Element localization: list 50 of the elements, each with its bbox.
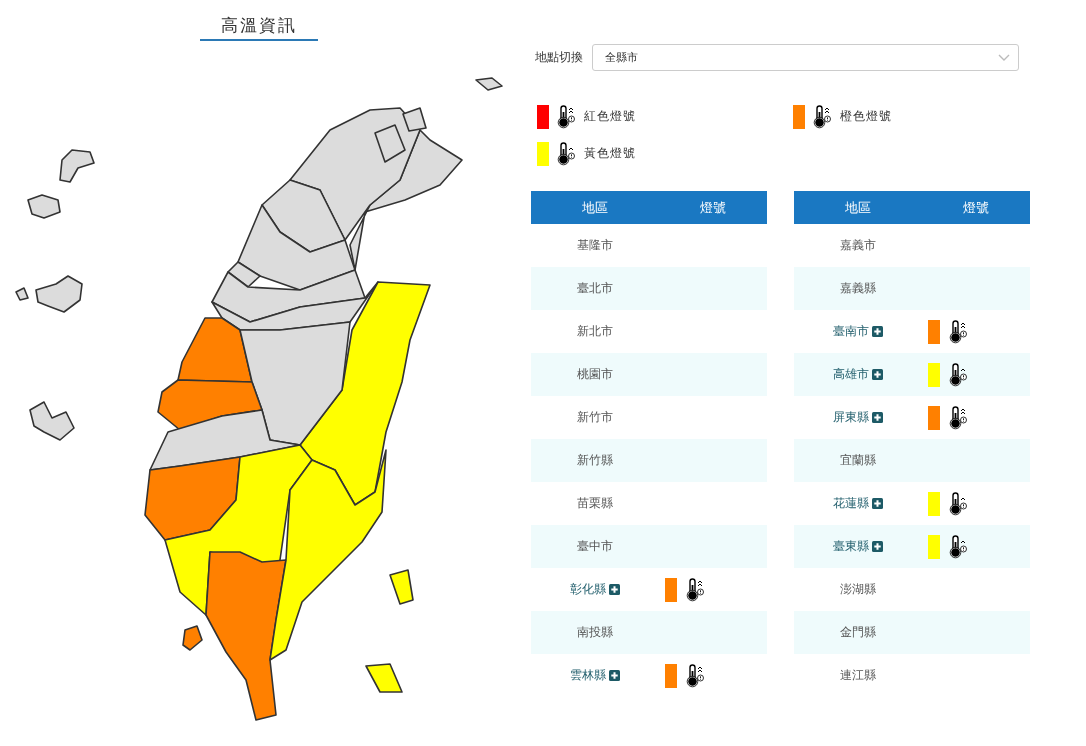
region-name: 新北市 bbox=[577, 323, 613, 340]
region-name: 宜蘭縣 bbox=[840, 452, 876, 469]
region-link[interactable]: 屏東縣 bbox=[833, 409, 869, 426]
region-link[interactable]: 高雄市 bbox=[833, 366, 869, 383]
legend-label: 黃色燈號 bbox=[584, 145, 636, 162]
column-header: 燈號 bbox=[962, 198, 990, 217]
region-link[interactable]: 雲林縣 bbox=[570, 667, 606, 684]
plus-icon[interactable] bbox=[609, 670, 620, 681]
location-label: 地點切換 bbox=[535, 49, 583, 66]
region-name: 苗栗縣 bbox=[577, 495, 613, 512]
thermometer-icon bbox=[813, 104, 832, 129]
region-name: 桃園市 bbox=[577, 366, 613, 383]
region-link[interactable]: 花蓮縣 bbox=[833, 495, 869, 512]
thermometer-icon bbox=[949, 405, 968, 430]
column-header: 地區 bbox=[844, 198, 872, 217]
plus-icon[interactable] bbox=[609, 584, 620, 595]
thermometer-icon bbox=[949, 319, 968, 344]
region-name: 臺中市 bbox=[577, 538, 613, 555]
region-name: 澎湖縣 bbox=[840, 581, 876, 598]
region-name: 臺北市 bbox=[577, 280, 613, 297]
region-name: 連江縣 bbox=[840, 667, 876, 684]
region-link[interactable]: 彰化縣 bbox=[570, 581, 606, 598]
column-header: 燈號 bbox=[699, 198, 727, 217]
thermometer-icon bbox=[686, 663, 705, 688]
region-name: 嘉義縣 bbox=[840, 280, 876, 297]
plus-icon[interactable] bbox=[872, 326, 883, 337]
thermometer-icon bbox=[949, 362, 968, 387]
thermometer-icon bbox=[949, 491, 968, 516]
column-header: 地區 bbox=[581, 198, 609, 217]
region-name: 金門縣 bbox=[840, 624, 876, 641]
plus-icon[interactable] bbox=[872, 498, 883, 509]
thermometer-icon bbox=[557, 104, 576, 129]
plus-icon[interactable] bbox=[872, 369, 883, 380]
location-select[interactable]: 全縣市 bbox=[592, 44, 1019, 71]
region-name: 基隆市 bbox=[577, 237, 613, 254]
region-name: 新竹市 bbox=[577, 409, 613, 426]
chevron-down-icon bbox=[998, 53, 1010, 62]
page-title: 高溫資訊 bbox=[200, 14, 318, 41]
thermometer-icon bbox=[686, 577, 705, 602]
plus-icon[interactable] bbox=[872, 541, 883, 552]
plus-icon[interactable] bbox=[872, 412, 883, 423]
legend-label: 紅色燈號 bbox=[584, 108, 636, 125]
thermometer-icon bbox=[557, 141, 576, 166]
region-name: 新竹縣 bbox=[577, 452, 613, 469]
legend-label: 橙色燈號 bbox=[840, 108, 892, 125]
region-name: 南投縣 bbox=[577, 624, 613, 641]
region-name: 嘉義市 bbox=[840, 237, 876, 254]
thermometer-icon bbox=[949, 534, 968, 559]
region-link[interactable]: 臺南市 bbox=[833, 323, 869, 340]
region-link[interactable]: 臺東縣 bbox=[833, 538, 869, 555]
